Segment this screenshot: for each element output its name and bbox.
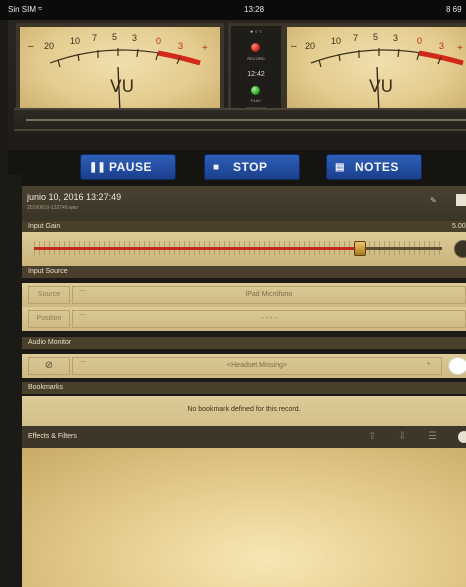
vu-right-scale-5: 3 (393, 33, 398, 43)
source-dash-icon: — (79, 287, 86, 294)
gain-fill (34, 247, 360, 250)
pause-button[interactable]: ❚❚ PAUSE (80, 154, 176, 180)
svg-text:+: + (202, 43, 208, 54)
carrier-label: Sin SIM (8, 5, 37, 14)
status-time: 13:28 (244, 5, 265, 14)
vu-right-scale-3: 7 (353, 33, 358, 43)
monitor-dash-icon: — (79, 358, 86, 365)
vu-right-scale-2: 10 (331, 36, 341, 46)
vu-scale-right: 20 10 7 5 3 0 3 – + (291, 32, 464, 114)
input-gain-title: Input Gain (28, 223, 61, 230)
playback-position-rail[interactable] (14, 108, 466, 131)
vu-left-scale-7: 3 (178, 41, 183, 51)
record-filename: 20160610-132749.wav (27, 205, 78, 211)
audio-monitor-title: Audio Monitor (28, 339, 72, 346)
stop-icon: ■ (213, 162, 220, 173)
svg-text:–: – (28, 41, 34, 52)
gain-slider-thumb[interactable] (354, 241, 366, 256)
record-led-icon (251, 43, 260, 52)
position-row[interactable]: Position — - - - - (22, 307, 466, 331)
edit-pencil-icon[interactable]: ✎ (430, 196, 437, 205)
monitor-device-select[interactable]: — <Headset Missing> + (72, 357, 442, 375)
svg-text:+: + (457, 43, 463, 54)
status-dots: ● ○ ○ (250, 29, 262, 35)
vu-left-scale-6: 0 (156, 36, 161, 46)
vu-left-scale-3: 7 (92, 33, 97, 43)
record-title: junio 10, 2016 13:27:49 (27, 192, 122, 202)
vu-left-scale-2: 10 (70, 36, 80, 46)
vu-scale-left: 20 10 7 5 3 0 3 – + (28, 32, 208, 114)
vu-left-label: VU (110, 77, 135, 97)
vu-right-scale-1: 20 (305, 41, 315, 51)
position-value[interactable]: — - - - - (72, 310, 466, 328)
pause-icon: ❚❚ (89, 162, 106, 173)
transport-controls: ❚❚ PAUSE ■ STOP ▤ NOTES (8, 150, 466, 186)
position-value-text: - - - - (261, 315, 277, 322)
monitor-device-value: <Headset Missing> (227, 362, 287, 369)
record-led-label: RECORD (247, 56, 265, 61)
gain-end-knob[interactable] (454, 240, 466, 258)
notes-icon: ▤ (335, 162, 345, 173)
input-source-title: Input Source (28, 268, 68, 275)
audio-monitor-toggle[interactable] (448, 357, 466, 375)
effects-list-area (22, 448, 466, 587)
position-label: Position (28, 310, 70, 328)
effects-title: Effects & Filters (28, 433, 77, 440)
upload-icon[interactable]: ⇧ (368, 431, 376, 442)
position-dash-icon: — (79, 311, 86, 318)
status-bar: Sin SIM ≈ 13:28 8 69 (0, 0, 466, 20)
vu-right-scale-6: 0 (417, 36, 422, 46)
vu-left-scale-5: 3 (132, 33, 137, 43)
vu-meter-right: 20 10 7 5 3 0 3 – + VU (283, 23, 466, 119)
source-row[interactable]: Source — iPad Micrófono (22, 283, 466, 307)
left-edge-rail (8, 175, 22, 587)
input-source-header: Input Source (22, 266, 466, 278)
vu-left-scale-4: 5 (112, 32, 117, 42)
source-value-text: iPad Micrófono (245, 291, 293, 298)
vu-right-label: VU (369, 77, 394, 97)
notes-button-label: NOTES (355, 160, 399, 174)
record-info-bar[interactable]: junio 10, 2016 13:27:49 20160610-132749.… (22, 186, 466, 221)
disabled-icon[interactable]: ⊘ (28, 357, 70, 375)
input-gain-slider[interactable] (22, 232, 466, 266)
stop-button[interactable]: ■ STOP (204, 154, 300, 180)
notes-button[interactable]: ▤ NOTES (326, 154, 422, 180)
wifi-icon: ≈ (38, 4, 43, 13)
audio-monitor-header: Audio Monitor (22, 337, 466, 349)
vu-left-scale-1: 20 (44, 41, 54, 51)
bookmarks-title: Bookmarks (28, 384, 64, 391)
play-led-icon (251, 86, 260, 95)
bookmarks-header: Bookmarks (22, 382, 466, 394)
playback-track (26, 119, 466, 121)
recorder-status-panel: ● ○ ○ RECORD 12:42 PLAY SECONDS (228, 23, 284, 119)
svg-text:–: – (291, 41, 297, 52)
add-effect-icon[interactable] (458, 431, 466, 443)
vu-right-scale-4: 5 (373, 32, 378, 42)
recorder-clock: 12:42 (247, 71, 265, 78)
source-label: Source (28, 286, 70, 304)
effects-header: Effects & Filters ⇧ ⇩ ☰ (22, 426, 466, 448)
audio-monitor-row[interactable]: ⊘ — <Headset Missing> + (22, 354, 466, 378)
vu-right-scale-7: 3 (439, 41, 444, 51)
list-icon[interactable]: ☰ (428, 431, 437, 442)
download-icon[interactable]: ⇩ (398, 431, 406, 442)
battery-level: 8 69 (446, 5, 462, 14)
monitor-add-icon[interactable]: + (426, 359, 431, 368)
source-value[interactable]: — iPad Micrófono (72, 286, 466, 304)
stop-button-label: STOP (233, 160, 268, 174)
share-icon[interactable] (456, 194, 466, 206)
pause-button-label: PAUSE (109, 160, 152, 174)
input-gain-value: 5.00 (452, 223, 466, 230)
play-led-label: PLAY (251, 98, 261, 103)
vu-meter-left: 20 10 7 5 3 0 3 – + VU (16, 23, 224, 119)
bookmarks-empty-message: No bookmark defined for this record. (22, 396, 466, 426)
